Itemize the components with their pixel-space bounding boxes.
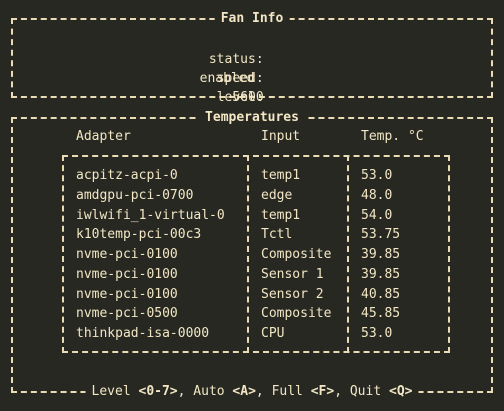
temp-cell: 45.85: [361, 306, 401, 322]
table-row: amdgpu-pci-0700 edge 48.0: [0, 186, 504, 206]
input-cell: Sensor 2: [261, 286, 324, 302]
table-row: iwlwifi_1-virtual-0 temp1 54.0: [0, 206, 504, 226]
fan-info-title: Fan Info: [214, 10, 290, 28]
full-key[interactable]: <F>: [311, 384, 334, 399]
input-cell: edge: [261, 187, 293, 203]
adapter-cell: nvme-pci-0100: [76, 266, 178, 282]
table-row: nvme-pci-0500 Composite 45.85: [0, 304, 504, 324]
auto-hint-text: , Auto: [177, 384, 233, 399]
column-header-adapter: Adapter: [76, 129, 131, 144]
temp-cell: 54.0: [361, 207, 393, 223]
keybinding-footer: Level <0-7>, Auto <A>, Full <F>, Quit <Q…: [85, 383, 419, 401]
adapter-cell: acpitz-acpi-0: [76, 168, 178, 183]
table-row: nvme-pci-0100 Sensor 1 39.85: [0, 265, 504, 285]
adapter-cell: thinkpad-isa-0000: [76, 326, 210, 341]
level-label: level:: [216, 90, 264, 105]
auto-key[interactable]: <A>: [232, 384, 255, 399]
quit-hint-text: , Quit: [334, 384, 389, 399]
temp-cell: 53.0: [361, 168, 393, 183]
temp-cell: 53.75: [361, 227, 401, 243]
quit-key[interactable]: <Q>: [389, 384, 412, 399]
input-cell: Composite: [261, 247, 332, 262]
level-key[interactable]: <0-7>: [138, 384, 177, 399]
input-cell: temp1: [261, 168, 301, 183]
input-cell: temp1: [261, 207, 301, 223]
adapter-cell: nvme-pci-0100: [76, 286, 178, 302]
adapter-cell: nvme-pci-0100: [76, 247, 178, 262]
level-hint-text: Level: [91, 384, 139, 399]
temperatures-title: Temperatures: [199, 109, 305, 127]
input-cell: CPU: [261, 326, 285, 341]
table-row: nvme-pci-0100 Sensor 2 40.85: [0, 285, 504, 305]
temp-cell: 53.0: [361, 326, 393, 341]
adapter-cell: nvme-pci-0500: [76, 306, 178, 322]
temp-cell: 39.85: [361, 266, 401, 282]
adapter-cell: amdgpu-pci-0700: [76, 187, 194, 203]
column-header-temp: Temp. °C: [361, 129, 424, 144]
temp-cell: 40.85: [361, 286, 401, 302]
table-row: thinkpad-isa-0000 CPU 53.0: [0, 324, 504, 344]
table-row: k10temp-pci-00c3 Tctl 53.75: [0, 225, 504, 245]
input-cell: Tctl: [261, 227, 293, 243]
adapter-cell: iwlwifi_1-virtual-0: [76, 207, 225, 223]
temp-cell: 39.85: [361, 247, 401, 262]
table-row: acpitz-acpi-0 temp1 53.0: [0, 166, 504, 186]
full-hint-text: , Full: [255, 384, 311, 399]
table-row: nvme-pci-0100 Composite 39.85: [0, 245, 504, 265]
input-cell: Composite: [261, 306, 332, 322]
column-header-input: Input: [261, 129, 301, 144]
input-cell: Sensor 1: [261, 266, 324, 282]
adapter-cell: k10temp-pci-00c3: [76, 227, 202, 243]
temp-cell: 48.0: [361, 187, 393, 203]
